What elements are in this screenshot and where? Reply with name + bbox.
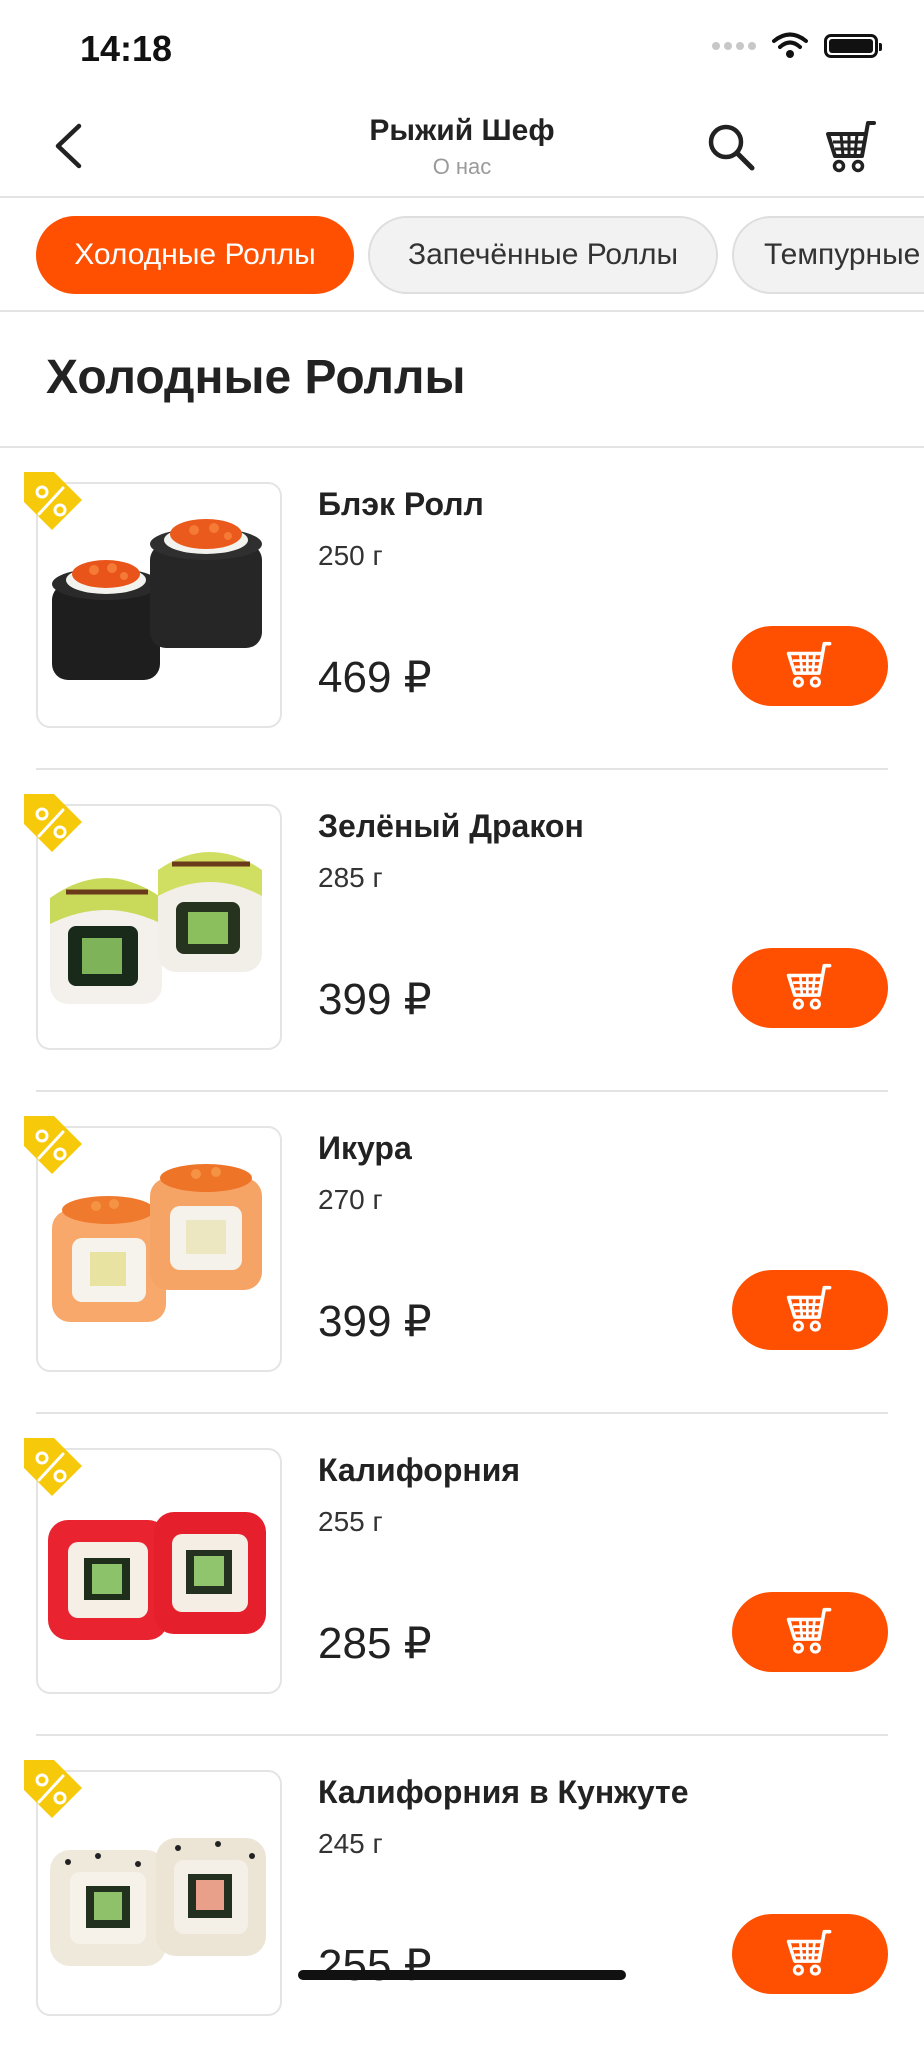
add-to-cart-button[interactable] xyxy=(732,1914,888,1994)
add-to-cart-button[interactable] xyxy=(732,1592,888,1672)
product-price: 469 ₽ xyxy=(318,653,432,702)
about-link[interactable]: О нас xyxy=(0,154,924,180)
product-price: 399 ₽ xyxy=(318,975,432,1024)
category-tab-cold-rolls[interactable]: Холодные Роллы xyxy=(36,216,354,294)
section-title: Холодные Роллы xyxy=(46,351,466,404)
search-button[interactable] xyxy=(706,122,758,174)
product-price: 255 ₽ xyxy=(318,1941,432,1990)
cart-icon xyxy=(786,1285,832,1332)
product-name: Блэк Ролл xyxy=(318,486,484,522)
discount-percent-icon xyxy=(24,794,82,852)
product-weight: 255 г xyxy=(318,1506,383,1537)
cart-icon xyxy=(786,1929,832,1976)
add-to-cart-button[interactable] xyxy=(732,948,888,1028)
app-header: Рыжий Шеф О нас xyxy=(0,100,924,198)
status-bar: 14:18 xyxy=(0,0,924,100)
header-titles[interactable]: Рыжий Шеф О нас xyxy=(0,114,924,180)
product-card[interactable]: Калифорния 255 г 285 ₽ xyxy=(0,1414,924,1736)
discount-percent-icon xyxy=(24,1760,82,1818)
signal-icon xyxy=(712,42,756,50)
product-price: 399 ₽ xyxy=(318,1297,432,1346)
product-card[interactable]: Икура 270 г 399 ₽ xyxy=(0,1092,924,1414)
product-weight: 250 г xyxy=(318,540,383,571)
product-card[interactable]: Зелёный Дракон 285 г 399 ₽ xyxy=(0,770,924,1092)
wifi-icon xyxy=(772,32,808,58)
store-title: Рыжий Шеф xyxy=(369,114,555,147)
cart-icon xyxy=(826,121,876,173)
cart-icon xyxy=(786,641,832,688)
discount-percent-icon xyxy=(24,1438,82,1496)
category-tabs: Холодные Роллы Запечённые Роллы Темпурны… xyxy=(0,198,924,312)
battery-icon xyxy=(824,34,882,58)
product-weight: 285 г xyxy=(318,862,383,893)
cart-icon xyxy=(786,963,832,1010)
category-tab-baked-rolls[interactable]: Запечённые Роллы xyxy=(368,216,718,294)
cart-icon xyxy=(786,1607,832,1654)
product-weight: 270 г xyxy=(318,1184,383,1215)
product-weight: 245 г xyxy=(318,1828,383,1859)
product-card[interactable]: Блэк Ролл 250 г 469 ₽ xyxy=(0,448,924,770)
category-tab-tempura-rolls[interactable]: Темпурные Роллы xyxy=(732,216,924,294)
product-name: Калифорния xyxy=(318,1452,521,1488)
status-icons xyxy=(712,32,882,60)
product-name: Зелёный Дракон xyxy=(318,808,584,844)
product-name: Калифорния в Кунжуте xyxy=(318,1774,689,1810)
discount-percent-icon xyxy=(24,472,82,530)
product-card[interactable]: Калифорния в Кунжуте 245 г 255 ₽ xyxy=(0,1736,924,2058)
product-price: 285 ₽ xyxy=(318,1619,432,1668)
cart-button[interactable] xyxy=(822,120,882,176)
add-to-cart-button[interactable] xyxy=(732,626,888,706)
home-indicator[interactable] xyxy=(298,1970,626,1980)
discount-percent-icon xyxy=(24,1116,82,1174)
product-name: Икура xyxy=(318,1130,412,1166)
status-time: 14:18 xyxy=(80,28,173,69)
add-to-cart-button[interactable] xyxy=(732,1270,888,1350)
search-icon xyxy=(708,124,755,171)
